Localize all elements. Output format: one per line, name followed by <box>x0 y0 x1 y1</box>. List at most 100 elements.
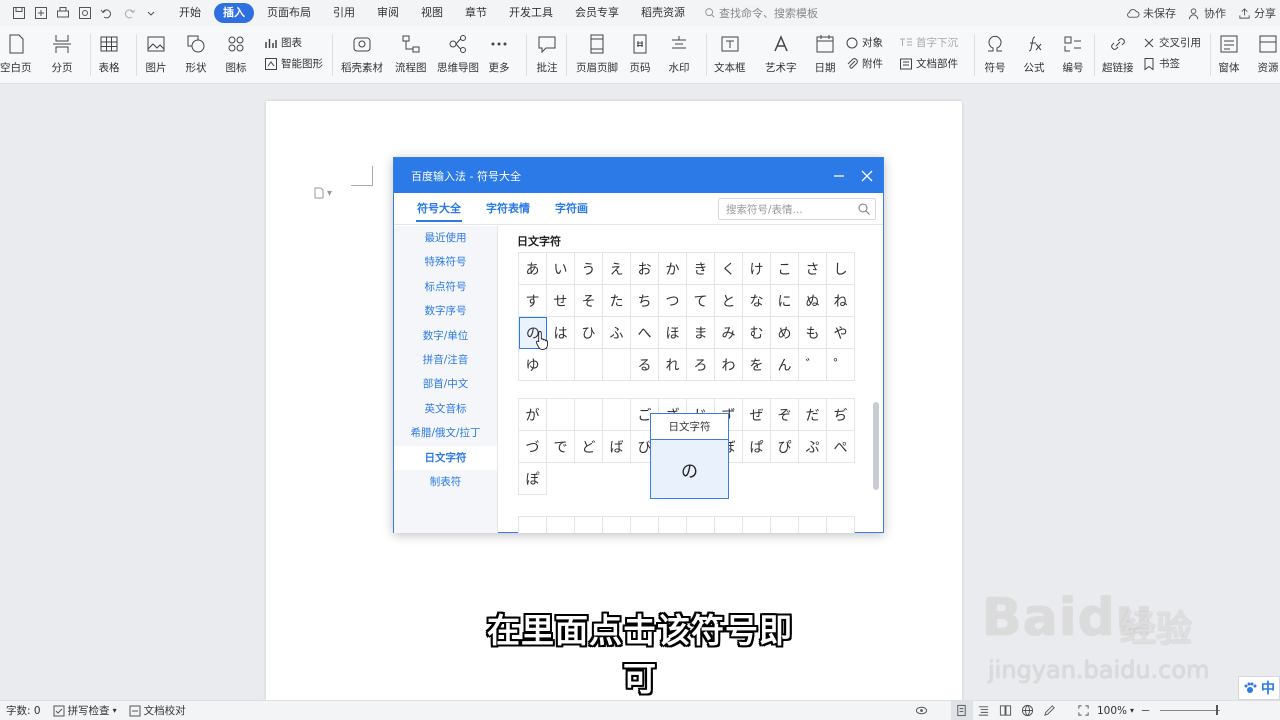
icon-button[interactable]: 图标 <box>224 32 248 75</box>
symbol-cell[interactable]: き <box>687 253 715 285</box>
symbol-cell[interactable]: ぬ <box>799 285 827 317</box>
object-button[interactable]: 对象 <box>845 35 883 50</box>
outline-view-icon[interactable] <box>973 701 995 720</box>
symbol-cell[interactable]: と <box>715 285 743 317</box>
paragraph-options-icon[interactable]: ▾ <box>313 187 332 199</box>
symbol-cell[interactable] <box>771 517 799 533</box>
resources-button[interactable]: 资源 <box>1256 32 1280 75</box>
menu-item-3[interactable]: 引用 <box>324 3 364 23</box>
symbol-cell[interactable]: だ <box>799 399 827 431</box>
menu-item-8[interactable]: 会员专享 <box>566 3 628 23</box>
symbol-cell[interactable]: ゜ <box>827 349 855 381</box>
page-break-button[interactable]: 分页 <box>50 32 74 75</box>
symbol-cell[interactable]: か <box>659 253 687 285</box>
symbol-cell[interactable] <box>575 517 603 533</box>
symbol-cell[interactable] <box>603 349 631 381</box>
symbol-cell[interactable] <box>547 399 575 431</box>
category-item-2[interactable]: 标点符号 <box>394 275 497 299</box>
export-icon[interactable] <box>30 2 52 24</box>
scrollbar-thumb[interactable] <box>873 402 879 490</box>
comment-button[interactable]: 批注 <box>535 32 559 75</box>
symbol-cell[interactable]: そ <box>575 285 603 317</box>
symbol-cell[interactable]: ば <box>603 431 631 463</box>
category-item-10[interactable]: 制表符 <box>394 470 497 494</box>
formula-button[interactable]: 公式 <box>1022 32 1046 75</box>
more-button[interactable]: 更多 <box>487 32 511 75</box>
mindmap-button[interactable]: 思维导图 <box>437 32 479 75</box>
category-item-7[interactable]: 英文音标 <box>394 397 497 421</box>
drop-cap-button[interactable]: 首字下沉 <box>899 35 958 50</box>
menu-item-2[interactable]: 页面布局 <box>258 3 320 23</box>
unsaved-button[interactable]: 未保存 <box>1127 5 1176 21</box>
symbol-cell[interactable]: け <box>743 253 771 285</box>
symbol-cell[interactable]: つ <box>659 285 687 317</box>
symbol-cell[interactable]: ぜ <box>743 399 771 431</box>
symbol-cell[interactable]: い <box>547 253 575 285</box>
symbol-cell[interactable]: も <box>799 317 827 349</box>
symbol-cell[interactable] <box>575 399 603 431</box>
category-item-1[interactable]: 特殊符号 <box>394 250 497 274</box>
menu-item-1[interactable]: 插入 <box>214 3 254 23</box>
table-button[interactable]: 表格 <box>97 32 121 75</box>
menu-item-0[interactable]: 开始 <box>170 3 210 23</box>
symbol-cell[interactable]: ち <box>631 285 659 317</box>
wordart-button[interactable]: 艺术字 <box>765 32 797 75</box>
picture-button[interactable]: 图片 <box>144 32 168 75</box>
symbol-cell[interactable] <box>547 517 575 533</box>
two-page-view-icon[interactable] <box>995 701 1017 720</box>
menu-item-7[interactable]: 开发工具 <box>500 3 562 23</box>
symbol-cell[interactable]: わ <box>715 349 743 381</box>
symbol-cell[interactable] <box>659 517 687 533</box>
category-item-5[interactable]: 拼音/注音 <box>394 348 497 372</box>
symbol-cell[interactable]: み <box>715 317 743 349</box>
watermark-button[interactable]: 水印 <box>667 32 691 75</box>
eye-protection-icon[interactable] <box>911 701 933 720</box>
proofread-button[interactable]: 文档校对 <box>129 703 186 718</box>
symbol-cell[interactable] <box>603 517 631 533</box>
category-item-9[interactable]: 日文字符 <box>394 445 497 470</box>
symbol-cell[interactable]: を <box>743 349 771 381</box>
bookmark-button[interactable]: 书签 <box>1142 56 1180 71</box>
header-footer-button[interactable]: 页眉页脚 <box>576 32 618 75</box>
blank-page-button[interactable]: 空白页 <box>0 32 32 75</box>
symbol-cell[interactable]: せ <box>547 285 575 317</box>
symbol-cell[interactable] <box>547 349 575 381</box>
symbol-cell[interactable]: す <box>519 285 547 317</box>
spell-check-button[interactable]: 拼写检查 ▾ <box>53 703 117 718</box>
category-item-4[interactable]: 数字/单位 <box>394 324 497 348</box>
symbol-cell[interactable]: た <box>603 285 631 317</box>
close-button[interactable] <box>853 158 881 193</box>
symbol-cell[interactable]: ぢ <box>827 399 855 431</box>
symbol-cell[interactable]: ぱ <box>743 431 771 463</box>
share-button[interactable]: 分享 <box>1238 5 1276 21</box>
ime-indicator[interactable]: 中 <box>1238 676 1280 700</box>
tab-emoticons[interactable]: 字符表情 <box>475 193 541 225</box>
form-button[interactable]: 窗体 <box>1217 32 1241 75</box>
symbol-button[interactable]: 符号 <box>983 32 1007 75</box>
menu-item-5[interactable]: 视图 <box>412 3 452 23</box>
page-number-button[interactable]: 页码 <box>628 32 652 75</box>
symbol-cell[interactable]: め <box>771 317 799 349</box>
fit-page-icon[interactable] <box>1073 701 1095 720</box>
symbol-cell[interactable]: に <box>771 285 799 317</box>
symbol-cell[interactable]: ぞ <box>771 399 799 431</box>
symbol-cell[interactable] <box>715 517 743 533</box>
symbol-cell[interactable]: る <box>631 349 659 381</box>
dialog-title-bar[interactable]: 百度输入法 - 符号大全 <box>394 158 883 193</box>
symbol-cell[interactable] <box>687 517 715 533</box>
symbol-cell[interactable]: な <box>743 285 771 317</box>
symbol-cell[interactable]: さ <box>799 253 827 285</box>
symbol-cell[interactable]: く <box>715 253 743 285</box>
collab-button[interactable]: 协作 <box>1188 5 1226 21</box>
numbering-button[interactable]: 编号 <box>1061 32 1085 75</box>
category-item-3[interactable]: 数字序号 <box>394 299 497 323</box>
symbol-cell[interactable] <box>603 399 631 431</box>
symbol-cell[interactable]: ふ <box>603 317 631 349</box>
symbol-cell[interactable] <box>827 517 855 533</box>
symbol-cell[interactable]: む <box>743 317 771 349</box>
symbol-cell[interactable]: ん <box>771 349 799 381</box>
menu-item-6[interactable]: 章节 <box>456 3 496 23</box>
symbol-cell[interactable]: で <box>547 431 575 463</box>
symbol-cell[interactable] <box>519 517 547 533</box>
shape-button[interactable]: 形状 <box>184 32 208 75</box>
